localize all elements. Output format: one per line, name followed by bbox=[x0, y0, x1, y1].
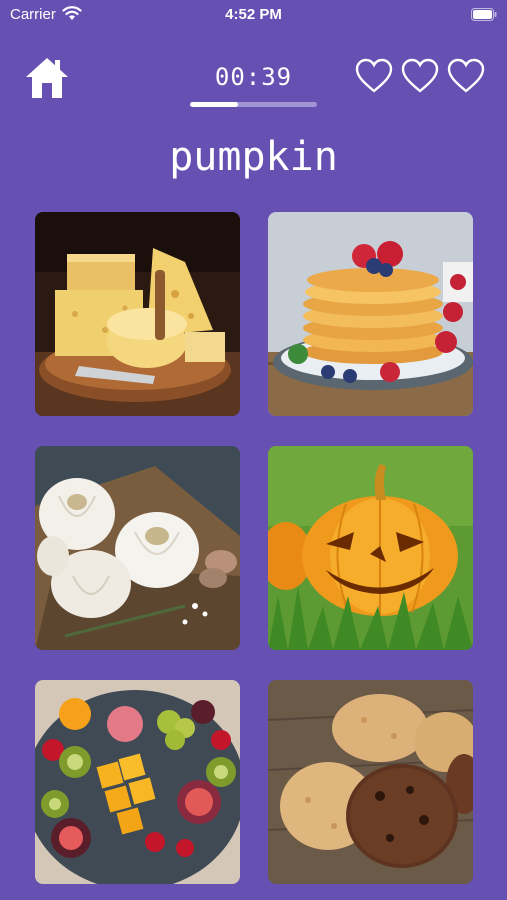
choice-card-pancakes[interactable] bbox=[268, 212, 473, 416]
timer-progress-bar bbox=[190, 102, 317, 107]
heart-icon bbox=[447, 58, 485, 93]
home-button[interactable] bbox=[24, 56, 70, 100]
timer-progress-fill bbox=[190, 102, 239, 107]
cookies-image bbox=[268, 680, 473, 884]
prompt-word: pumpkin bbox=[169, 134, 338, 180]
choice-card-cheese[interactable] bbox=[35, 212, 240, 416]
timer-display: 00:39 bbox=[214, 63, 293, 91]
heart-icon bbox=[355, 58, 393, 93]
heart-icon bbox=[401, 58, 439, 93]
pancakes-image bbox=[268, 212, 473, 416]
status-bar: Carrier 4:52 PM bbox=[0, 0, 507, 30]
choice-card-pumpkin[interactable] bbox=[268, 446, 473, 650]
fruit-platter-image bbox=[35, 680, 240, 884]
lives-indicator bbox=[355, 58, 485, 94]
choice-grid bbox=[35, 212, 473, 884]
status-time: 4:52 PM bbox=[225, 6, 282, 23]
battery-icon bbox=[471, 8, 497, 21]
choice-card-cookies[interactable] bbox=[268, 680, 473, 884]
home-icon bbox=[26, 58, 68, 98]
choice-card-garlic[interactable] bbox=[35, 446, 240, 650]
pumpkin-image bbox=[268, 446, 473, 650]
garlic-image bbox=[35, 446, 240, 650]
choice-card-fruit[interactable] bbox=[35, 680, 240, 884]
cheese-image bbox=[35, 212, 240, 416]
